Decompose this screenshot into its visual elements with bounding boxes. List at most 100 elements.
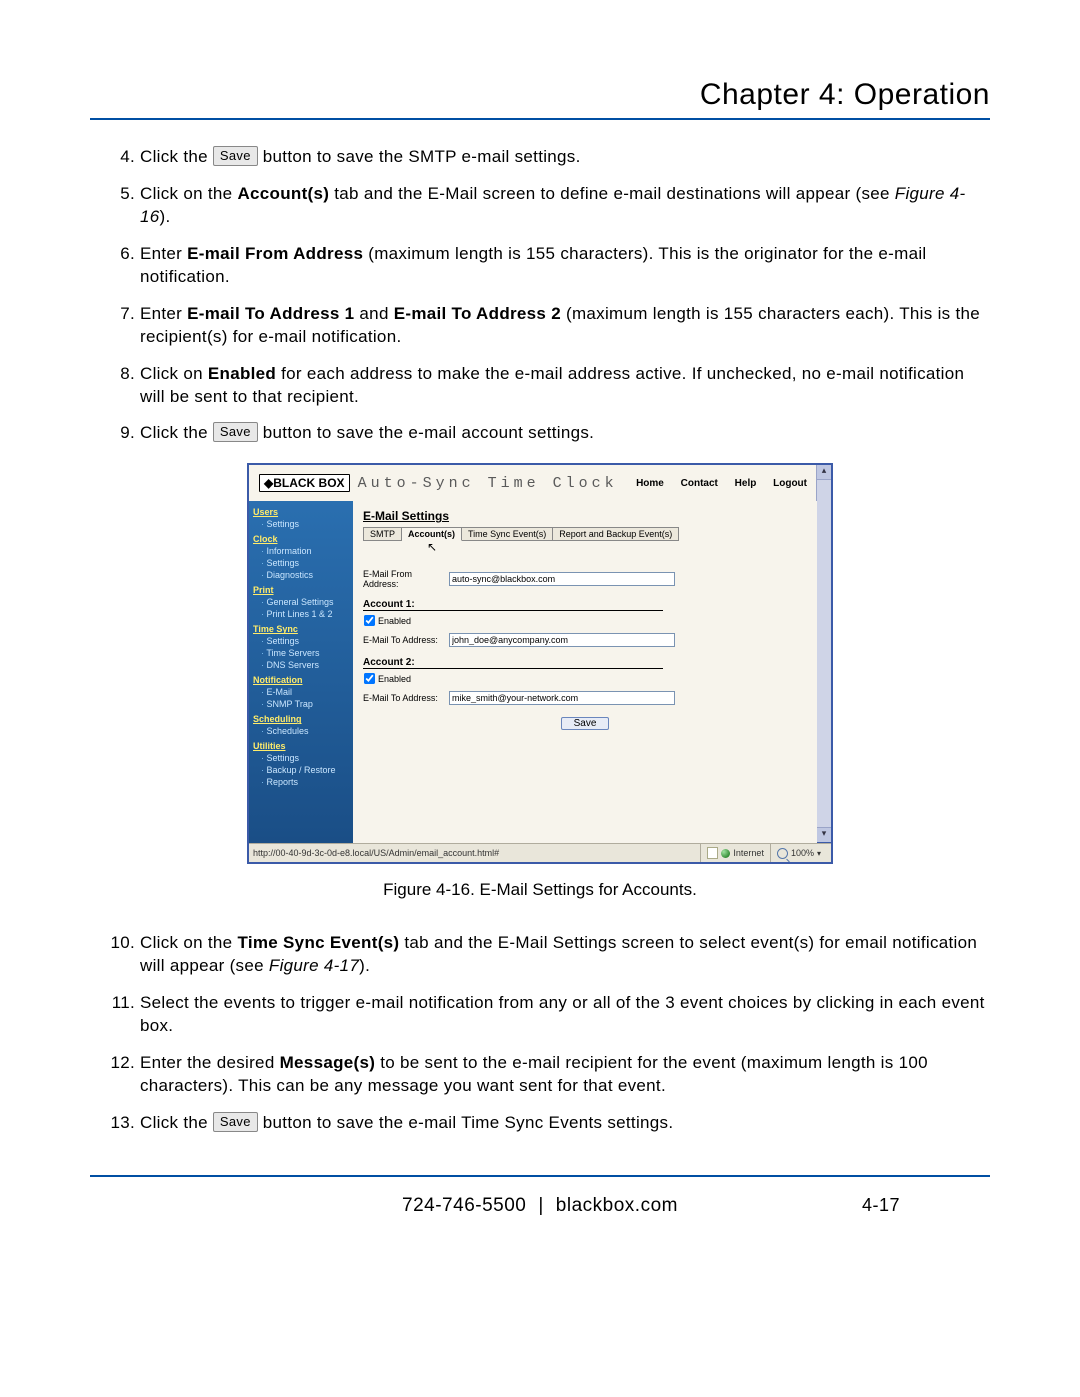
label-enabled: Enabled <box>378 616 411 626</box>
globe-icon <box>721 849 730 858</box>
status-url: http://00-40-9d-3c-0d-e8.local/US/Admin/… <box>253 848 700 858</box>
zoom-icon <box>777 848 788 859</box>
text: Enter <box>140 304 187 323</box>
nav-home[interactable]: Home <box>636 478 664 489</box>
chapter-title: Chapter 4: Operation <box>90 78 990 112</box>
sidebar-section-users[interactable]: Users <box>249 503 353 518</box>
sidebar-item-settings[interactable]: Settings <box>249 518 353 530</box>
sidebar-item-time-servers[interactable]: Time Servers <box>249 647 353 659</box>
step-4: Click the Save button to save the SMTP e… <box>140 146 990 169</box>
vertical-scrollbar[interactable]: ▴ ▾ <box>816 465 831 842</box>
tab-accounts[interactable]: Account(s) <box>402 527 462 541</box>
sidebar-section-scheduling[interactable]: Scheduling <box>249 710 353 725</box>
sidebar-item-snmp-trap[interactable]: SNMP Trap <box>249 698 353 710</box>
status-bar: http://00-40-9d-3c-0d-e8.local/US/Admin/… <box>249 843 831 862</box>
step-8: Click on Enabled for each address to mak… <box>140 363 990 409</box>
status-zone-text: Internet <box>733 848 764 858</box>
row-from-address: E-Mail From Address: <box>363 569 807 589</box>
sidebar-item-print-lines[interactable]: Print Lines 1 & 2 <box>249 608 353 620</box>
text: ). <box>160 207 171 226</box>
page-number: 4-17 <box>862 1195 900 1216</box>
footer-separator: | <box>538 1195 543 1217</box>
text: button to save the e-mail Time Sync Even… <box>263 1113 674 1132</box>
input-from-address[interactable] <box>449 572 675 586</box>
footer-phone: 724-746-5500 <box>402 1195 526 1217</box>
label-enabled: Enabled <box>378 674 411 684</box>
text-bold: Time Sync Event(s) <box>237 933 399 952</box>
nav-logout[interactable]: Logout <box>773 478 807 489</box>
sidebar-item-backup-restore[interactable]: Backup / Restore <box>249 764 353 776</box>
divider-bottom <box>90 1175 990 1177</box>
sidebar-item-schedules[interactable]: Schedules <box>249 725 353 737</box>
instruction-list-a: Click the Save button to save the SMTP e… <box>90 146 990 445</box>
top-nav: Home Contact Help Logout <box>622 478 807 489</box>
tab-smtp[interactable]: SMTP <box>363 527 402 541</box>
status-zoom[interactable]: 100% ▾ <box>770 844 827 862</box>
sidebar-item-diagnostics[interactable]: Diagnostics <box>249 569 353 581</box>
sidebar-section-clock[interactable]: Clock <box>249 530 353 545</box>
text-bold: Message(s) <box>280 1053 376 1072</box>
text: and <box>354 304 393 323</box>
text: Enter the desired <box>140 1053 280 1072</box>
sidebar-item-general-settings[interactable]: General Settings <box>249 596 353 608</box>
dropdown-icon: ▾ <box>817 849 821 858</box>
text-bold: E-mail To Address 1 <box>187 304 354 323</box>
sidebar-item-information[interactable]: Information <box>249 545 353 557</box>
step-5: Click on the Account(s) tab and the E-Ma… <box>140 183 990 229</box>
checkbox-account2-enabled[interactable] <box>364 673 375 684</box>
sidebar-item-settings[interactable]: Settings <box>249 557 353 569</box>
footer-site: blackbox.com <box>556 1195 678 1217</box>
app-title: Auto-Sync Time Clock <box>358 475 623 492</box>
text: Click on the <box>140 933 237 952</box>
save-button-inline[interactable]: Save <box>213 422 258 442</box>
figure-screenshot: ▴ ▾ ◆BLACK BOX Auto-Sync Time Clock Home… <box>247 463 833 864</box>
step-7: Enter E-mail To Address 1 and E-mail To … <box>140 303 990 349</box>
save-button-inline[interactable]: Save <box>213 146 258 166</box>
status-zoom-text: 100% <box>791 848 814 858</box>
page-footer: 724-746-5500 | blackbox.com 4-17 <box>90 1195 990 1217</box>
text-bold: E-mail To Address 2 <box>394 304 561 323</box>
instruction-list-b: Click on the Time Sync Event(s) tab and … <box>90 932 990 1135</box>
text: Click on the <box>140 184 237 203</box>
sidebar: Users Settings Clock Information Setting… <box>249 501 353 843</box>
tab-time-sync-events[interactable]: Time Sync Event(s) <box>462 527 553 541</box>
divider-top <box>90 118 990 120</box>
text-bold: Account(s) <box>237 184 329 203</box>
row-to-address-2: E-Mail To Address: <box>363 691 807 705</box>
label-to-address: E-Mail To Address: <box>363 693 449 703</box>
text: Click the <box>140 1113 213 1132</box>
save-button[interactable]: Save <box>561 717 609 730</box>
tab-report-backup-events[interactable]: Report and Backup Event(s) <box>553 527 679 541</box>
status-zone: Internet <box>700 844 770 862</box>
brand-logo: ◆BLACK BOX <box>259 474 350 492</box>
scroll-down-icon[interactable]: ▾ <box>817 827 831 842</box>
input-to-address-2[interactable] <box>449 691 675 705</box>
sidebar-item-reports[interactable]: Reports <box>249 776 353 788</box>
sidebar-item-settings[interactable]: Settings <box>249 752 353 764</box>
text: Click on <box>140 364 208 383</box>
nav-help[interactable]: Help <box>735 478 757 489</box>
save-button-inline[interactable]: Save <box>213 1112 258 1132</box>
nav-contact[interactable]: Contact <box>681 478 718 489</box>
sidebar-item-settings[interactable]: Settings <box>249 635 353 647</box>
sidebar-section-print[interactable]: Print <box>249 581 353 596</box>
input-to-address-1[interactable] <box>449 633 675 647</box>
sidebar-item-dns-servers[interactable]: DNS Servers <box>249 659 353 671</box>
step-11: Select the events to trigger e-mail noti… <box>140 992 990 1038</box>
label-from-address: E-Mail From Address: <box>363 569 449 589</box>
sidebar-section-utilities[interactable]: Utilities <box>249 737 353 752</box>
text: Click the <box>140 423 213 442</box>
sidebar-section-timesync[interactable]: Time Sync <box>249 620 353 635</box>
text: button to save the e-mail account settin… <box>263 423 594 442</box>
label-to-address: E-Mail To Address: <box>363 635 449 645</box>
step-9: Click the Save button to save the e-mail… <box>140 422 990 445</box>
sidebar-item-email[interactable]: E-Mail <box>249 686 353 698</box>
text: Select the events to trigger e-mail noti… <box>140 993 985 1035</box>
step-12: Enter the desired Message(s) to be sent … <box>140 1052 990 1098</box>
scroll-up-icon[interactable]: ▴ <box>817 465 831 480</box>
figure-caption: Figure 4-16. E-Mail Settings for Account… <box>90 880 990 900</box>
text-bold: E-mail From Address <box>187 244 363 263</box>
sidebar-section-notification[interactable]: Notification <box>249 671 353 686</box>
checkbox-account1-enabled[interactable] <box>364 615 375 626</box>
account1-header: Account 1: <box>363 599 663 611</box>
